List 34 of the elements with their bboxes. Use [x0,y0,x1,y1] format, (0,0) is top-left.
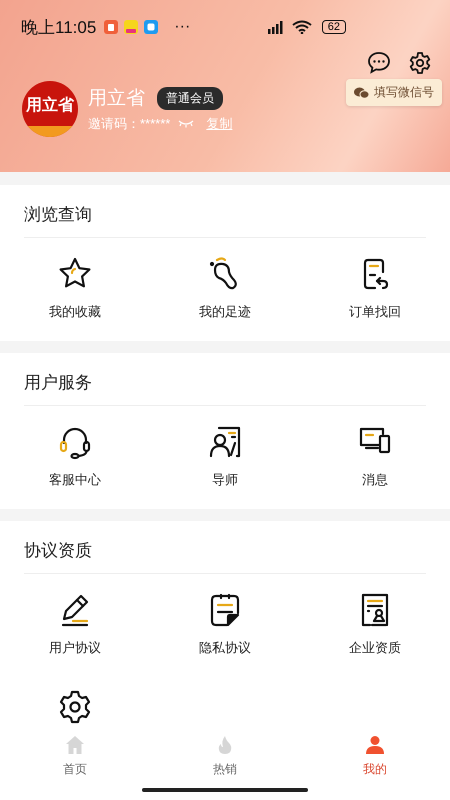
tab[interactable]: 首页 [0,728,150,800]
member-badge: 普通会员 [157,86,223,110]
status-more: ··· [174,18,190,36]
menu-item-label[interactable]: 企业资质 [349,639,401,657]
chat-icon[interactable] [367,51,391,74]
menu-item-label[interactable]: 我的收藏 [49,303,101,321]
menu-item-label[interactable]: 消息 [362,471,388,489]
menu-item-label[interactable]: 客服中心 [49,471,101,489]
tab[interactable]: 热销 [150,728,300,800]
avatar-logo: 用立省 [22,81,78,137]
section-title: 浏览查询 [24,185,426,238]
section-title: 协议资质 [24,521,426,574]
wifi-icon [292,20,312,34]
tab[interactable]: 我的 [300,728,450,800]
menu-item-label[interactable]: 用户协议 [49,639,101,657]
menu-item-label[interactable]: 我的足迹 [199,303,251,321]
menu-item-label[interactable]: 订单找回 [349,303,401,321]
teacher-board-icon[interactable] [207,424,243,460]
menu-item-label[interactable]: 导师 [212,471,238,489]
wechat-tooltip[interactable]: 填写微信号 [346,79,442,106]
gear-icon[interactable] [57,689,93,725]
invite-code: 邀请码：****** [88,115,170,133]
settings-icon[interactable] [408,51,432,75]
status-time: 晚上11:05 [21,16,96,38]
person-icon [365,735,385,755]
wechat-icon [354,86,369,98]
user-name: 用立省 [88,87,145,111]
menu-item-label[interactable]: 隐私协议 [199,639,251,657]
app-notification-icon [124,20,138,34]
app-notification-icon [104,20,118,34]
section-title: 用户服务 [24,353,426,406]
home-icon [65,735,85,755]
battery-level: 62 [322,20,346,34]
app-notification-icon [144,20,158,34]
